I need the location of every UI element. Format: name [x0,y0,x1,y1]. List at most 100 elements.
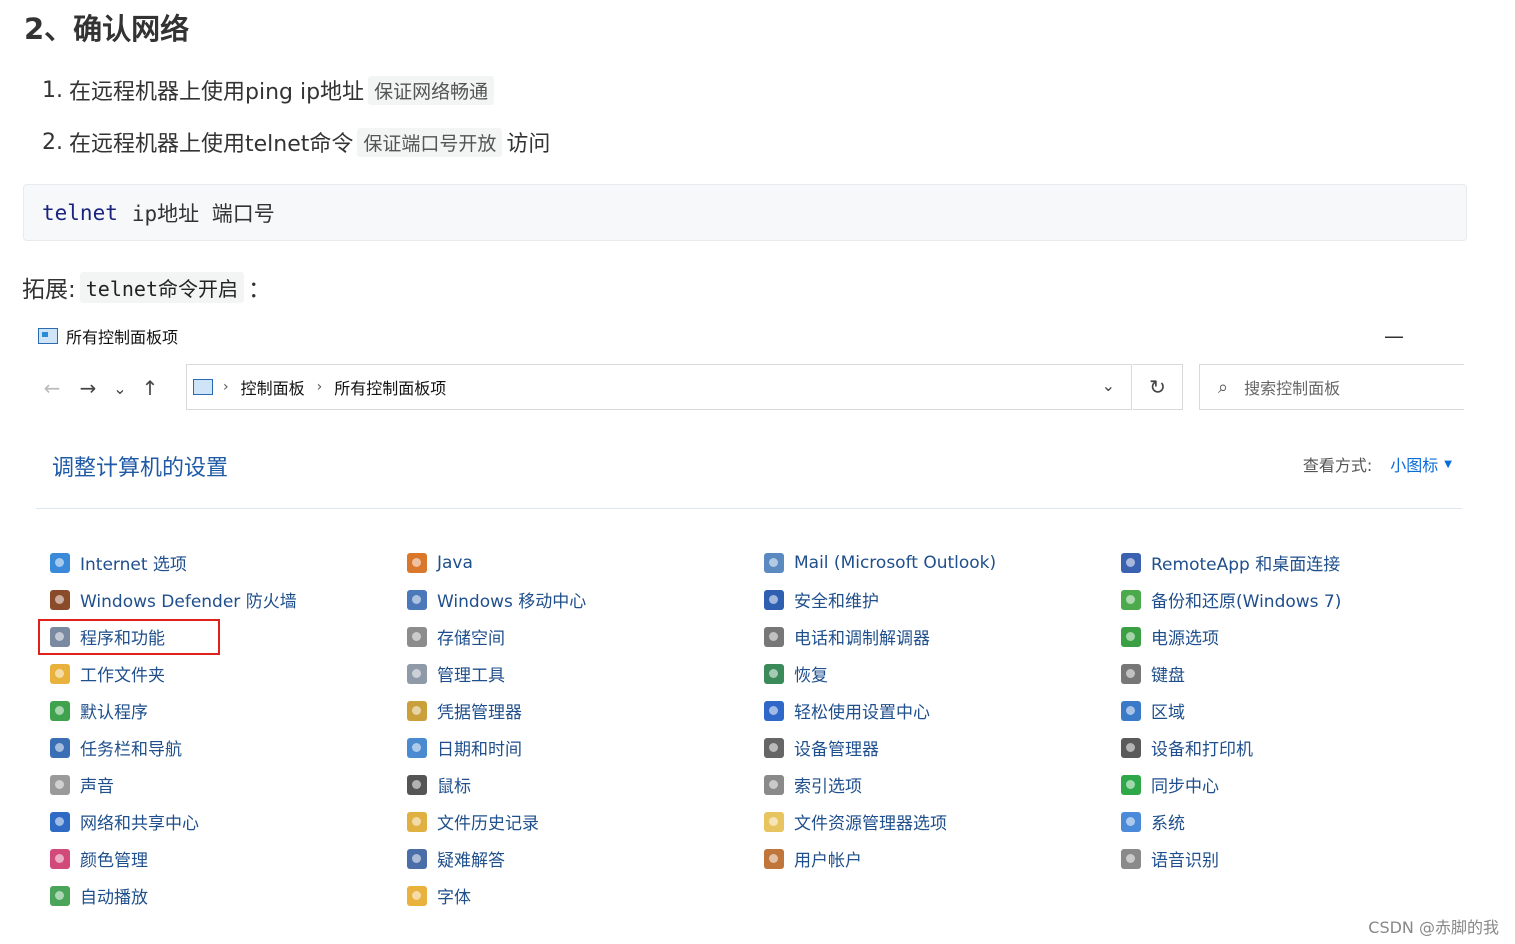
control-panel-item[interactable]: 网络和共享中心 [50,803,297,840]
view-by-label: 查看方式: [1302,456,1373,475]
highlight-box [38,619,220,655]
printer-icon [1121,737,1141,758]
control-panel-item[interactable]: 日期和时间 [407,729,586,766]
mail-icon [764,552,784,573]
extension-prefix: 拓展: [22,277,76,303]
control-panel-item[interactable]: 凭据管理器 [407,692,586,729]
control-panel-item[interactable]: 用户帐户 [764,840,996,877]
network-icon [50,811,70,832]
control-panel-item[interactable]: 鼠标 [407,766,586,803]
control-panel-item-label: 默认程序 [80,703,148,723]
taskbar-icon [50,737,70,758]
list-text: 在远程机器上使用telnet命令 [69,132,354,157]
explorer-options-icon [764,811,784,832]
breadcrumb-all-items[interactable]: 所有控制面板项 [334,375,446,399]
control-panel-item-label: 疑难解答 [437,851,505,871]
remoteapp-icon [1121,552,1141,573]
control-panel-item[interactable]: 索引选项 [764,766,996,803]
breadcrumb-control-panel[interactable]: 控制面板 [241,375,305,399]
control-panel-item[interactable]: Internet 选项 [50,544,297,581]
back-arrow-icon[interactable]: ← [34,376,70,400]
control-panel-item[interactable]: 文件历史记录 [407,803,586,840]
items-column-3: Mail (Microsoft Outlook) 安全和维护电话和调制解调器 恢复轻… [764,544,996,877]
control-panel-item[interactable]: 字体 [407,877,586,914]
code-keyword: telnet [42,200,118,225]
control-panel-item[interactable]: 疑难解答 [407,840,586,877]
control-panel-item[interactable]: 设备和打印机 [1121,729,1341,766]
mobility-icon [407,589,427,610]
control-panel-item[interactable]: 轻松使用设置中心 [764,692,996,729]
control-panel-item-label: 文件历史记录 [437,814,539,834]
file-history-icon [407,811,427,832]
control-panel-item[interactable]: 存储空间 [407,618,586,655]
control-panel-item[interactable]: 区域 [1121,692,1341,729]
control-panel-item[interactable]: 管理工具 [407,655,586,692]
control-panel-item[interactable]: 恢复 [764,655,996,692]
mouse-icon [407,774,427,795]
control-panel-item-label: 日期和时间 [437,740,522,760]
inline-code: 保证网络畅通 [368,75,495,105]
control-panel-item[interactable]: 电话和调制解调器 [764,618,996,655]
default-programs-icon [50,700,70,721]
section-heading: 2、确认网络 [24,12,190,46]
control-panel-item[interactable]: Windows 移动中心 [407,581,586,618]
control-panel-item-label: 凭据管理器 [437,703,522,723]
control-panel-item[interactable]: Java [407,544,586,581]
navigation-bar: ← → ⌄ ↑ › 控制面板 › 所有控制面板项 ⌄ ↻ ⌕ 搜索控制面板 [34,364,1464,412]
control-panel-item[interactable]: 安全和维护 [764,581,996,618]
sync-icon [1121,774,1141,795]
search-input[interactable]: ⌕ 搜索控制面板 [1199,364,1464,410]
control-panel-item[interactable]: 文件资源管理器选项 [764,803,996,840]
control-panel-item-label: Windows 移动中心 [437,592,587,612]
caret-down-icon[interactable]: ▼ [1444,459,1452,470]
recent-locations-icon[interactable]: ⌄ [106,379,134,398]
control-panel-item[interactable]: Mail (Microsoft Outlook) [764,544,996,581]
refresh-button[interactable]: ↻ [1133,364,1183,410]
control-panel-item[interactable]: RemoteApp 和桌面连接 [1121,544,1341,581]
troubleshoot-icon [407,848,427,869]
divider [36,508,1462,509]
search-placeholder: 搜索控制面板 [1244,379,1341,398]
chevron-right-icon[interactable]: › [223,379,229,395]
chevron-right-icon[interactable]: › [317,379,323,395]
backup-icon [1121,589,1141,610]
control-panel-item[interactable]: Windows Defender 防火墙 [50,581,297,618]
control-panel-item[interactable]: 颜色管理 [50,840,297,877]
address-bar[interactable]: › 控制面板 › 所有控制面板项 ⌄ [186,364,1132,410]
storage-icon [407,626,427,647]
flag-icon [764,589,784,610]
control-panel-item[interactable]: 设备管理器 [764,729,996,766]
control-panel-item-label: 电源选项 [1151,629,1219,649]
control-panel-item[interactable]: 备份和还原(Windows 7) [1121,581,1341,618]
control-panel-item[interactable]: 电源选项 [1121,618,1341,655]
control-panel-item[interactable]: 同步中心 [1121,766,1341,803]
control-panel-item[interactable]: 声音 [50,766,297,803]
control-panel-item[interactable]: 任务栏和导航 [50,729,297,766]
control-panel-item-label: 鼠标 [437,777,471,797]
control-panel-item[interactable]: 语音识别 [1121,840,1341,877]
list-item-ping: 1. 在远程机器上使用ping ip地址 保证网络畅通 [42,74,498,106]
code-block[interactable]: telnet ip地址 端口号 [23,184,1467,241]
control-panel-item[interactable]: 自动播放 [50,877,297,914]
minimize-button[interactable]: — [1384,324,1404,348]
control-panel-item-label: 自动播放 [80,888,148,908]
view-by-dropdown[interactable]: 小图标 [1390,452,1438,476]
control-panel-item-label: 安全和维护 [794,592,879,612]
control-panel-item-label: Java [437,552,473,573]
page-title: 调整计算机的设置 [52,456,229,481]
system-icon [1121,811,1141,832]
up-arrow-icon[interactable]: ↑ [134,376,166,400]
forward-arrow-icon[interactable]: → [70,376,106,400]
list-number: 2. [42,129,63,155]
extension-suffix: ： [248,277,271,303]
control-panel-item[interactable]: 系统 [1121,803,1341,840]
control-panel-window: 所有控制面板项 — ← → ⌄ ↑ › 控制面板 › 所有控制面板项 ⌄ ↻ ⌕… [34,318,1464,918]
control-panel-item[interactable]: 工作文件夹 [50,655,297,692]
control-panel-item[interactable]: 键盘 [1121,655,1341,692]
chevron-down-icon[interactable]: ⌄ [1102,376,1115,395]
list-text-after: 访问 [506,132,551,157]
items-column-1: Internet 选项 Windows Defender 防火墙 程序和功能 工作文件… [50,544,297,914]
control-panel-item-label: 设备管理器 [794,740,879,760]
control-panel-item[interactable]: 默认程序 [50,692,297,729]
speaker-icon [50,774,70,795]
